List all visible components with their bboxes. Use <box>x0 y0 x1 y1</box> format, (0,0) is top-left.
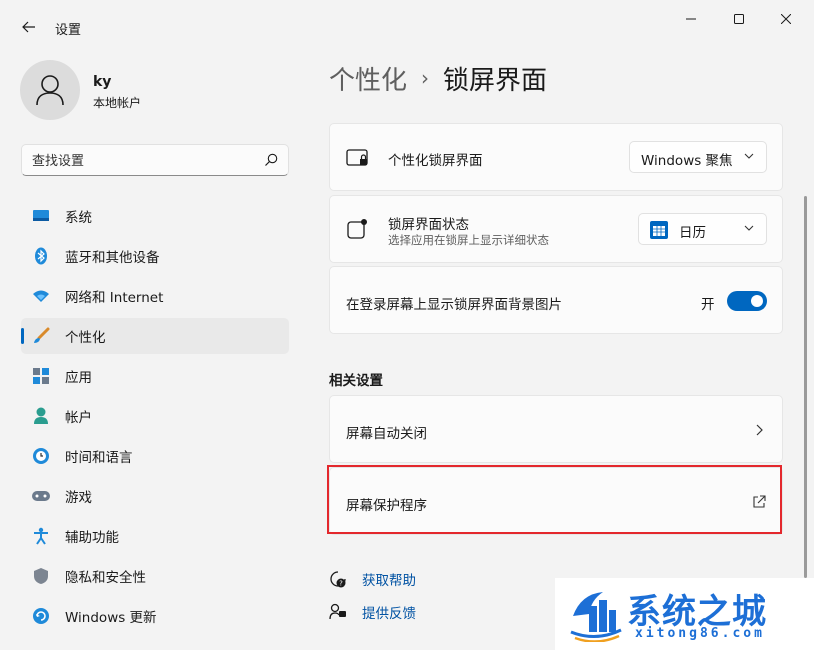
personalize-lock-screen-card: 个性化锁屏界面 Windows 聚焦 <box>329 123 783 191</box>
signin-background-title: 在登录屏幕上显示锁屏界面背景图片 <box>346 297 562 313</box>
breadcrumb-parent[interactable]: 个性化 <box>329 60 407 97</box>
scrollbar[interactable] <box>804 196 807 578</box>
sidebar-item-apps[interactable]: 应用 <box>21 358 289 394</box>
breadcrumb: 个性化 › 锁屏界面 <box>329 58 547 98</box>
avatar <box>20 60 80 120</box>
sidebar-item-label: 网络和 Internet <box>65 290 164 306</box>
minimize-icon <box>686 18 696 20</box>
related-item-screen-timeout[interactable]: 屏幕自动关闭 <box>329 395 783 463</box>
dropdown-value: Windows 聚焦 <box>641 153 733 169</box>
network-icon <box>32 287 50 305</box>
search-box[interactable] <box>21 144 289 176</box>
user-name: ky <box>93 74 112 90</box>
get-help-link[interactable]: ? 获取帮助 <box>328 569 416 589</box>
account-type: 本地帐户 <box>93 96 142 110</box>
back-arrow-icon <box>22 21 35 33</box>
related-item-label: 屏幕保护程序 <box>346 498 427 514</box>
related-item-screen-saver[interactable]: 屏幕保护程序 <box>329 467 783 535</box>
close-button[interactable] <box>763 4 809 34</box>
sidebar-item-accounts[interactable]: 帐户 <box>21 398 289 434</box>
title-bar: 设置 <box>0 0 814 52</box>
user-profile[interactable]: ky 本地帐户 <box>20 60 290 122</box>
feedback-label: 提供反馈 <box>362 606 416 622</box>
sidebar-item-bluetooth[interactable]: 蓝牙和其他设备 <box>21 238 289 274</box>
personalization-icon <box>32 327 50 345</box>
gaming-icon <box>32 487 50 505</box>
watermark-url: xitong86.com <box>635 626 765 641</box>
sidebar-item-label: 应用 <box>65 370 92 386</box>
svg-text:?: ? <box>339 580 343 588</box>
lock-screen-icon <box>346 146 370 170</box>
related-item-label: 屏幕自动关闭 <box>346 426 427 442</box>
bluetooth-icon <box>32 247 50 265</box>
external-link-icon <box>753 495 766 508</box>
sidebar-item-label: 隐私和安全性 <box>65 570 146 586</box>
get-help-label: 获取帮助 <box>362 573 416 589</box>
user-icon <box>36 75 64 106</box>
time-language-icon <box>32 447 50 465</box>
sidebar-item-label: 帐户 <box>65 410 92 426</box>
sidebar-item-windows-update[interactable]: Windows 更新 <box>21 598 289 634</box>
apps-icon <box>32 367 50 385</box>
feedback-link[interactable]: 提供反馈 <box>328 602 416 622</box>
lock-screen-status-subtitle: 选择应用在锁屏上显示详细状态 <box>388 233 549 247</box>
back-button[interactable] <box>14 13 44 41</box>
personalize-lock-screen-title: 个性化锁屏界面 <box>388 153 483 169</box>
toggle-state-label: 开 <box>701 297 715 313</box>
sidebar-nav: 系统 蓝牙和其他设备 网络和 Internet 个性化 应用 帐户 时间和语言 … <box>21 198 289 638</box>
shield-icon <box>32 567 50 585</box>
accounts-icon <box>32 407 50 425</box>
sidebar-item-system[interactable]: 系统 <box>21 198 289 234</box>
sidebar-item-network[interactable]: 网络和 Internet <box>21 278 289 314</box>
sidebar-item-label: 系统 <box>65 210 92 226</box>
maximize-button[interactable] <box>716 4 762 34</box>
sidebar-item-label: 游戏 <box>65 490 92 506</box>
accessibility-icon <box>32 527 50 545</box>
system-icon <box>32 207 50 225</box>
feedback-icon <box>328 602 348 622</box>
search-icon[interactable] <box>264 153 278 167</box>
personalize-lock-screen-dropdown[interactable]: Windows 聚焦 <box>629 141 767 173</box>
sidebar-item-label: 时间和语言 <box>65 450 133 466</box>
sidebar-item-privacy[interactable]: 隐私和安全性 <box>21 558 289 594</box>
watermark-logo-icon <box>570 592 622 642</box>
dropdown-value: 日历 <box>679 225 706 241</box>
sidebar-item-label: 辅助功能 <box>65 530 119 546</box>
signin-background-toggle[interactable] <box>727 291 767 311</box>
calendar-icon <box>650 221 668 239</box>
sidebar-item-label: 个性化 <box>65 330 106 346</box>
app-title: 设置 <box>55 23 82 38</box>
sidebar-item-personalization[interactable]: 个性化 <box>21 318 289 354</box>
sidebar-item-time-language[interactable]: 时间和语言 <box>21 438 289 474</box>
chevron-right-icon <box>756 424 763 436</box>
maximize-icon <box>734 14 744 24</box>
help-icon: ? <box>328 569 348 589</box>
sidebar-item-gaming[interactable]: 游戏 <box>21 478 289 514</box>
related-settings-title: 相关设置 <box>329 373 383 389</box>
chevron-down-icon <box>744 153 754 159</box>
status-icon <box>346 217 370 241</box>
lock-screen-status-title: 锁屏界面状态 <box>388 217 469 233</box>
signin-background-card: 在登录屏幕上显示锁屏界面背景图片 开 <box>329 266 783 334</box>
sidebar-item-accessibility[interactable]: 辅助功能 <box>21 518 289 554</box>
close-icon <box>781 14 791 24</box>
watermark: 系统之城 xitong86.com <box>555 578 814 650</box>
sidebar-item-label: Windows 更新 <box>65 610 157 626</box>
sidebar-item-label: 蓝牙和其他设备 <box>65 250 160 266</box>
page-title: 锁屏界面 <box>443 65 548 96</box>
lock-screen-status-card: 锁屏界面状态 选择应用在锁屏上显示详细状态 日历 <box>329 195 783 263</box>
breadcrumb-separator: › <box>421 66 430 90</box>
minimize-button[interactable] <box>668 4 714 34</box>
search-input[interactable] <box>32 151 252 171</box>
chevron-down-icon <box>744 225 754 231</box>
lock-screen-status-dropdown[interactable]: 日历 <box>638 213 767 245</box>
windows-update-icon <box>32 607 50 625</box>
